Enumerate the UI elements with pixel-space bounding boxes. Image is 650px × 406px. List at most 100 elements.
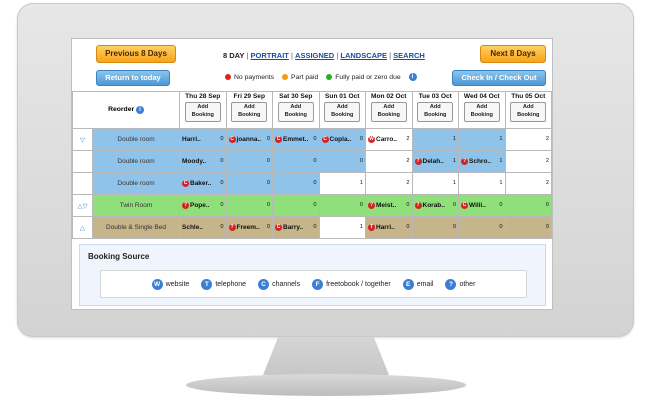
reorder-info-icon[interactable]: i xyxy=(135,106,144,114)
room-name[interactable]: Twin Room xyxy=(92,194,180,217)
booking-cell[interactable]: T Harri.. 0 xyxy=(365,216,413,239)
booking-cell[interactable]: Harri.. 0 xyxy=(179,128,227,151)
empty-cell[interactable]: 2 xyxy=(365,172,413,195)
empty-cell[interactable]: 1 xyxy=(318,216,366,239)
booking-cell[interactable]: ? Freem.. 0 xyxy=(225,216,273,239)
availability-count: 0 xyxy=(545,224,549,230)
availability-count: 2 xyxy=(545,136,549,142)
source-freetobook-icon: F xyxy=(312,278,324,290)
source-website-icon: W xyxy=(151,278,163,290)
booking-cell[interactable]: C Baker.. 0 xyxy=(179,172,227,195)
empty-cell[interactable]: 1 xyxy=(458,128,506,151)
empty-cell[interactable]: 0 xyxy=(411,216,459,239)
view-assigned-link[interactable]: ASSIGNED xyxy=(295,51,334,60)
booking-cell[interactable]: Cjoanna.. 0 xyxy=(225,128,273,151)
availability-count: 0 xyxy=(313,224,317,230)
booking-cell[interactable]: Moody.. 0 xyxy=(179,150,227,173)
booking-cell[interactable]: W Carro.. 2 xyxy=(365,128,413,151)
grid-header-row: Reorder i Thu 28 Sep Add Booking Fri 29 Se… xyxy=(72,91,552,129)
add-booking-button[interactable]: Add Booking xyxy=(324,102,361,122)
reorder-arrows-icon[interactable] xyxy=(72,150,93,173)
view-landscape-link[interactable]: LANDSCAPE xyxy=(340,51,387,60)
availability-count: 0 xyxy=(406,202,410,208)
source-label: channels xyxy=(272,280,301,288)
add-booking-button[interactable]: Add Booking xyxy=(231,102,268,122)
booking-screen: Previous 8 Days Next 8 Days 8 DAY | PORT… xyxy=(71,38,553,310)
add-booking-button[interactable]: Add Booking xyxy=(510,102,547,122)
reorder-arrows-icon[interactable]: ▽ xyxy=(72,128,93,151)
booking-source-legend: Wwebsite Ttelephone Cchannels Ffreetobook /… xyxy=(100,270,527,298)
empty-cell[interactable]: 0 xyxy=(272,150,320,173)
view-search-link[interactable]: SEARCH xyxy=(393,51,425,60)
booking-cell[interactable]: C Copla.. 0 xyxy=(318,128,366,151)
availability-count: 0 xyxy=(220,158,224,164)
booking-cell[interactable]: ? Schro.. 1 xyxy=(458,150,506,173)
empty-cell[interactable]: 0 xyxy=(272,194,320,217)
day-header: Thu 28 Sep Add Booking xyxy=(179,91,227,129)
empty-cell[interactable]: 2 xyxy=(504,150,552,173)
booking-cell[interactable]: C Barry.. 0 xyxy=(272,216,320,239)
add-booking-button[interactable]: Add Booking xyxy=(417,102,454,122)
guest-name: Copla.. xyxy=(329,136,352,143)
empty-cell[interactable]: 2 xyxy=(504,172,552,195)
guest-name: Moody.. xyxy=(182,158,207,165)
booking-source-icon: C xyxy=(182,180,189,187)
no-payments-label: No payments xyxy=(234,73,275,81)
booking-source-icon: C xyxy=(228,136,236,143)
empty-cell[interactable]: 0 xyxy=(318,150,366,173)
empty-cell[interactable]: 1 xyxy=(318,172,366,195)
guest-name: Baker.. xyxy=(190,180,212,187)
reorder-arrows-icon[interactable]: △▽ xyxy=(72,194,93,217)
booking-cell[interactable]: C Willi.. 0 xyxy=(458,194,506,217)
view-portrait-link[interactable]: PORTRAIT xyxy=(251,51,289,60)
empty-cell[interactable]: 0 xyxy=(458,216,506,239)
booking-cell[interactable]: ? Meist.. 0 xyxy=(365,194,413,217)
add-booking-button[interactable]: Add Booking xyxy=(184,102,221,122)
empty-cell[interactable]: 1 xyxy=(411,172,459,195)
room-name[interactable]: Double room xyxy=(92,128,180,151)
room-name[interactable]: Double & Single Bed xyxy=(92,216,180,239)
empty-cell[interactable]: 2 xyxy=(365,150,413,173)
room-name[interactable]: Double room xyxy=(92,172,180,195)
booking-cell[interactable]: Schle.. 0 xyxy=(179,216,227,239)
booking-cell[interactable]: ? Korab.. 0 xyxy=(411,194,459,217)
add-booking-button[interactable]: Add Booking xyxy=(277,102,314,122)
empty-cell[interactable]: 0 xyxy=(272,172,320,195)
empty-cell[interactable]: 0 xyxy=(504,216,552,239)
guest-name: Harri.. xyxy=(376,224,395,231)
empty-cell[interactable]: 0 xyxy=(225,150,273,173)
previous-8-days-button[interactable]: Previous 8 Days xyxy=(96,45,176,63)
availability-count: 0 xyxy=(220,224,224,230)
empty-cell[interactable]: 0 xyxy=(225,194,273,217)
booking-cell[interactable]: C Emmet.. 0 xyxy=(272,128,320,151)
day-header: Wed 04 Oct Add Booking xyxy=(458,91,506,129)
add-booking-button[interactable]: Add Booking xyxy=(463,102,500,122)
guest-name: Delah.. xyxy=(422,158,444,165)
no-payments-dot-icon xyxy=(225,74,231,80)
monitor-base xyxy=(186,374,466,396)
fully-paid-label: Fully paid or zero due xyxy=(335,73,401,81)
booking-source-icon: W xyxy=(368,136,375,143)
empty-cell[interactable]: 0 xyxy=(318,194,366,217)
source-item-telephone: Ttelephone xyxy=(201,278,246,290)
reorder-arrows-icon[interactable] xyxy=(72,172,93,195)
booking-cell[interactable]: ? Delah.. 1 xyxy=(411,150,459,173)
availability-count: 2 xyxy=(545,158,549,164)
empty-cell[interactable]: 0 xyxy=(504,194,552,217)
empty-cell[interactable]: 1 xyxy=(411,128,459,151)
booking-cell[interactable]: ? Pope.. 0 xyxy=(179,194,227,217)
availability-count: 2 xyxy=(545,180,549,186)
legend-info-icon[interactable]: i xyxy=(408,73,417,81)
empty-cell[interactable]: 1 xyxy=(458,172,506,195)
check-in-check-out-button[interactable]: Check In / Check Out xyxy=(452,70,546,86)
room-name[interactable]: Double room xyxy=(92,150,180,173)
availability-count: 0 xyxy=(359,202,363,208)
return-to-today-button[interactable]: Return to today xyxy=(96,70,170,86)
empty-cell[interactable]: 0 xyxy=(225,172,273,195)
empty-cell[interactable]: 2 xyxy=(504,128,552,151)
fully-paid-dot-icon xyxy=(326,74,333,80)
add-booking-button[interactable]: Add Booking xyxy=(370,102,407,122)
next-8-days-button[interactable]: Next 8 Days xyxy=(480,45,546,63)
view-8-day[interactable]: 8 DAY xyxy=(223,51,244,60)
reorder-arrows-icon[interactable]: △ xyxy=(72,216,93,239)
